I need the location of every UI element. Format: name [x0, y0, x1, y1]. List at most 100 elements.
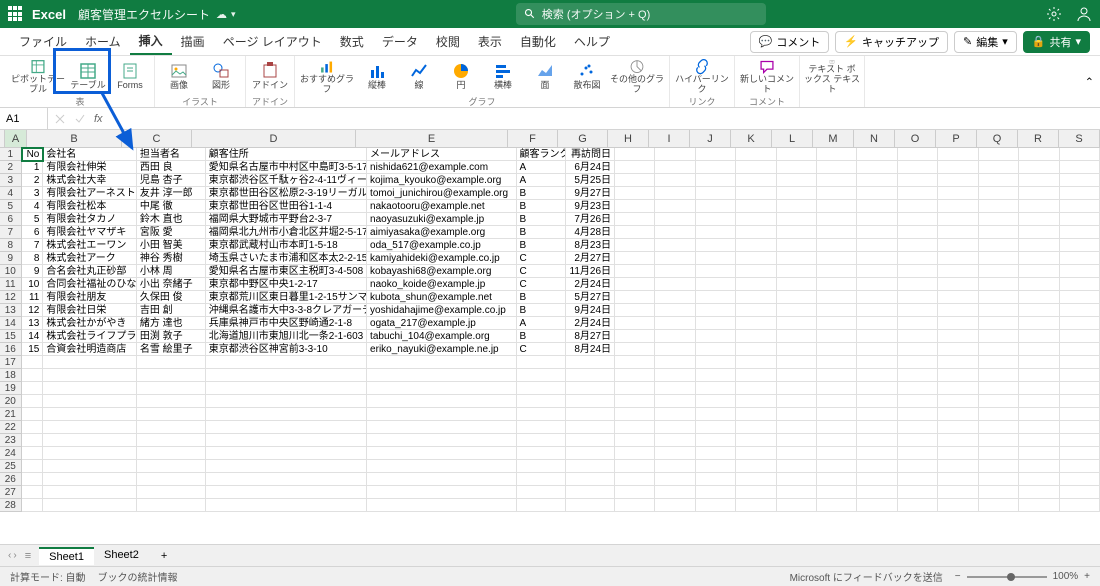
cell-G4[interactable]: 9月27日: [566, 187, 615, 200]
cell-L21[interactable]: [777, 408, 817, 421]
cell-A9[interactable]: 8: [22, 252, 44, 265]
cell-E3[interactable]: kojima_kyouko@example.org: [367, 174, 517, 187]
cell-L23[interactable]: [777, 434, 817, 447]
cell-D6[interactable]: 福岡県大野城市平野台2-3-7: [206, 213, 367, 226]
cell-J17[interactable]: [696, 356, 736, 369]
cell-G14[interactable]: 2月24日: [566, 317, 615, 330]
cell-D28[interactable]: [206, 499, 367, 512]
cell-E8[interactable]: oda_517@example.co.jp: [367, 239, 517, 252]
cell-K25[interactable]: [736, 460, 776, 473]
cell-D10[interactable]: 愛知県名古屋市東区主税町3-4-508: [206, 265, 367, 278]
column-header-A[interactable]: A: [5, 130, 27, 147]
cell-P25[interactable]: [938, 460, 978, 473]
row-header-26[interactable]: 26: [0, 473, 22, 486]
cell-K23[interactable]: [736, 434, 776, 447]
cell-R24[interactable]: [1019, 447, 1059, 460]
cell-Q27[interactable]: [979, 486, 1019, 499]
cell-P19[interactable]: [938, 382, 978, 395]
cell-B3[interactable]: 株式会社大幸: [43, 174, 136, 187]
cell-A3[interactable]: 2: [22, 174, 44, 187]
cell-B17[interactable]: [43, 356, 136, 369]
cell-K28[interactable]: [736, 499, 776, 512]
cell-G11[interactable]: 2月24日: [566, 278, 615, 291]
column-header-J[interactable]: J: [690, 130, 731, 147]
cell-L24[interactable]: [777, 447, 817, 460]
cell-G10[interactable]: 11月26日: [566, 265, 615, 278]
cell-M12[interactable]: [817, 291, 857, 304]
cell-K16[interactable]: [736, 343, 776, 356]
cell-B2[interactable]: 有限会社伸栄: [43, 161, 136, 174]
cell-P22[interactable]: [938, 421, 978, 434]
cell-S6[interactable]: [1060, 213, 1100, 226]
cell-C20[interactable]: [137, 395, 206, 408]
cell-R7[interactable]: [1019, 226, 1059, 239]
cell-E18[interactable]: [367, 369, 517, 382]
cell-D15[interactable]: 北海道旭川市東旭川北一条2-1-603: [206, 330, 367, 343]
cell-G25[interactable]: [566, 460, 615, 473]
cell-C26[interactable]: [137, 473, 206, 486]
cell-Q7[interactable]: [979, 226, 1019, 239]
cell-L15[interactable]: [777, 330, 817, 343]
cell-M4[interactable]: [817, 187, 857, 200]
row-header-27[interactable]: 27: [0, 486, 22, 499]
cell-O26[interactable]: [898, 473, 938, 486]
cell-M27[interactable]: [817, 486, 857, 499]
cell-C8[interactable]: 小田 智美: [137, 239, 206, 252]
cell-Q20[interactable]: [979, 395, 1019, 408]
cell-R22[interactable]: [1019, 421, 1059, 434]
feedback-link[interactable]: Microsoft にフィードバックを送信: [790, 569, 943, 584]
cell-J1[interactable]: [696, 148, 736, 161]
cell-D1[interactable]: 顧客住所: [206, 148, 367, 161]
cell-P5[interactable]: [938, 200, 978, 213]
cell-P20[interactable]: [938, 395, 978, 408]
row-header-12[interactable]: 12: [0, 291, 22, 304]
cell-H16[interactable]: [615, 343, 655, 356]
cell-R16[interactable]: [1019, 343, 1059, 356]
cell-K18[interactable]: [736, 369, 776, 382]
workbook-stats[interactable]: ブックの統計情報: [98, 569, 178, 584]
cell-R8[interactable]: [1019, 239, 1059, 252]
cell-M22[interactable]: [817, 421, 857, 434]
ribbon-ピボットテーブル-button[interactable]: ピボットテーブル: [10, 59, 66, 95]
cell-H12[interactable]: [615, 291, 655, 304]
cell-I2[interactable]: [655, 161, 695, 174]
calc-mode[interactable]: 計算モード: 自動: [10, 569, 86, 584]
cell-S24[interactable]: [1060, 447, 1100, 460]
cell-S21[interactable]: [1060, 408, 1100, 421]
share-button[interactable]: 🔒 共有 ▾: [1023, 31, 1090, 53]
cell-O25[interactable]: [898, 460, 938, 473]
cell-C19[interactable]: [137, 382, 206, 395]
cell-J16[interactable]: [696, 343, 736, 356]
cell-E11[interactable]: naoko_koide@example.jp: [367, 278, 517, 291]
cell-B19[interactable]: [43, 382, 136, 395]
cell-A25[interactable]: [22, 460, 44, 473]
cell-F7[interactable]: B: [517, 226, 566, 239]
cell-G1[interactable]: 再訪問日: [566, 148, 615, 161]
ribbon-その他のグラフ-button[interactable]: その他のグラフ: [609, 59, 665, 95]
cell-M1[interactable]: [817, 148, 857, 161]
cell-C17[interactable]: [137, 356, 206, 369]
user-icon[interactable]: [1076, 6, 1092, 22]
cell-H22[interactable]: [615, 421, 655, 434]
ribbon-tab-数式[interactable]: 数式: [331, 28, 373, 55]
cell-F24[interactable]: [517, 447, 566, 460]
cell-C18[interactable]: [137, 369, 206, 382]
cell-M26[interactable]: [817, 473, 857, 486]
cell-O11[interactable]: [898, 278, 938, 291]
cell-H6[interactable]: [615, 213, 655, 226]
cell-E25[interactable]: [367, 460, 517, 473]
cell-J25[interactable]: [696, 460, 736, 473]
cell-I22[interactable]: [655, 421, 695, 434]
cell-R14[interactable]: [1019, 317, 1059, 330]
cell-M2[interactable]: [817, 161, 857, 174]
cell-K15[interactable]: [736, 330, 776, 343]
cell-R23[interactable]: [1019, 434, 1059, 447]
cell-I12[interactable]: [655, 291, 695, 304]
row-header-25[interactable]: 25: [0, 460, 22, 473]
ribbon-ハイパーリンク-button[interactable]: ハイパーリンク: [674, 59, 730, 95]
cell-J3[interactable]: [696, 174, 736, 187]
spreadsheet-grid[interactable]: ABCDEFGHIJKLMNOPQRS 1No会社名担当者名顧客住所メールアドレ…: [0, 130, 1100, 544]
cell-L4[interactable]: [777, 187, 817, 200]
cell-B24[interactable]: [43, 447, 136, 460]
cell-S16[interactable]: [1060, 343, 1100, 356]
